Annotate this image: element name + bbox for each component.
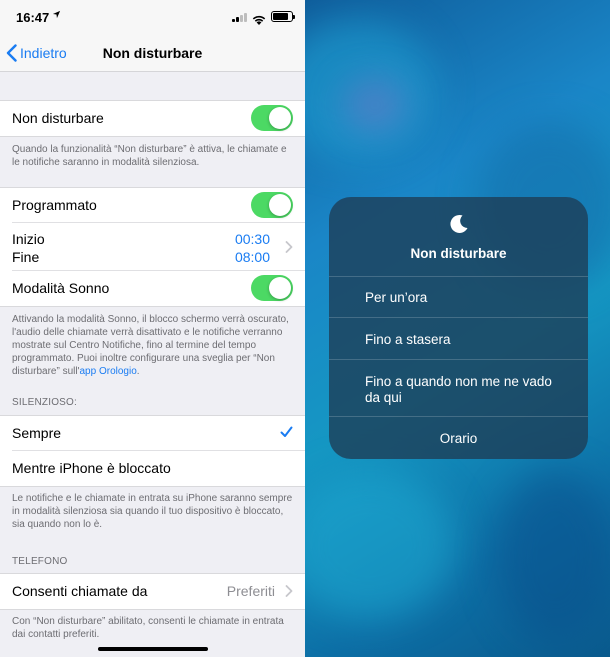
silence-always-row[interactable]: Sempre <box>12 416 305 451</box>
status-bar: 16:47 <box>0 0 305 36</box>
background-blur <box>305 470 455 620</box>
chevron-right-icon <box>285 241 293 253</box>
moon-icon <box>450 214 468 233</box>
status-icons <box>232 11 295 25</box>
programmed-row: Programmato <box>12 188 305 223</box>
dnd-group: Non disturbare <box>0 100 305 137</box>
cellular-signal-icon <box>232 12 247 22</box>
allow-calls-row[interactable]: Consenti chiamate da Preferiti <box>12 574 305 609</box>
menu-item-label: Fino a stasera <box>365 332 451 347</box>
menu-item-label: Per un’ora <box>365 290 428 305</box>
sleep-mode-label: Modalità Sonno <box>12 280 110 296</box>
silence-footnote: Le notifiche e le chiamate in entrata su… <box>12 493 293 530</box>
control-center-background: Non disturbare Per un’ora Fino a stasera… <box>305 0 610 657</box>
menu-item-schedule[interactable]: Orario <box>329 417 588 459</box>
dnd-quick-menu: Non disturbare Per un’ora Fino a stasera… <box>329 197 588 459</box>
sleep-footnote: Attivando la modalità Sonno, il blocco s… <box>12 313 296 378</box>
silence-locked-label: Mentre iPhone è bloccato <box>12 460 171 476</box>
back-button[interactable]: Indietro <box>6 44 67 62</box>
start-time: 00:30 <box>234 231 270 247</box>
background-blur <box>495 470 610 640</box>
schedule-group: Programmato Inizio Fine 00:30 08:00 Moda… <box>0 187 305 307</box>
end-label: Fine <box>12 249 40 265</box>
checkmark-icon <box>280 426 293 437</box>
sleep-mode-toggle[interactable] <box>251 275 293 301</box>
sleep-footnote-text: Attivando la modalità Sonno, il blocco s… <box>12 314 289 377</box>
home-indicator[interactable] <box>98 647 208 651</box>
wifi-icon <box>252 12 266 25</box>
programmed-label: Programmato <box>12 197 97 213</box>
silence-group: Sempre Mentre iPhone è bloccato <box>0 415 305 487</box>
menu-item-until-evening[interactable]: Fino a stasera <box>329 318 588 360</box>
chevron-right-icon <box>285 585 293 597</box>
menu-item-label: Orario <box>439 431 478 446</box>
dnd-toggle[interactable] <box>251 105 293 131</box>
phone-footnote: Con “Non disturbare” abilitato, consenti… <box>12 616 284 640</box>
background-blur <box>345 80 405 130</box>
chevron-left-icon <box>6 44 17 62</box>
allow-calls-value: Preferiti <box>226 583 275 599</box>
silence-section-header: SILENZIOSO: <box>12 397 77 408</box>
battery-icon <box>271 11 295 22</box>
sleep-footnote-end: . <box>136 366 140 377</box>
phone-group: Consenti chiamate da Preferiti <box>0 573 305 610</box>
status-time: 16:47 <box>16 10 50 25</box>
sleep-mode-row: Modalità Sonno <box>12 271 305 306</box>
phone-section-header: TELEFONO <box>12 556 68 567</box>
menu-item-until-leave[interactable]: Fino a quando non me ne vado da qui <box>329 360 588 417</box>
dnd-row: Non disturbare <box>12 101 305 136</box>
menu-item-one-hour[interactable]: Per un’ora <box>329 277 588 318</box>
menu-item-label: Fino a quando non me ne vado da qui <box>365 374 552 405</box>
menu-header: Non disturbare <box>329 197 588 277</box>
dnd-label: Non disturbare <box>12 110 104 126</box>
allow-calls-label: Consenti chiamate da <box>12 583 148 599</box>
menu-title: Non disturbare <box>410 246 507 261</box>
clock-app-link[interactable]: app Orologio <box>80 366 137 377</box>
end-time: 08:00 <box>234 249 270 265</box>
settings-screen: 16:47 Indietro Non disturbare Non distur… <box>0 0 305 657</box>
schedule-time-row[interactable]: Inizio Fine 00:30 08:00 <box>12 223 305 271</box>
location-arrow-icon <box>52 10 61 22</box>
dnd-footnote: Quando la funzionalità “Non disturbare” … <box>12 144 287 168</box>
navigation-bar: Indietro Non disturbare <box>0 36 305 72</box>
programmed-toggle[interactable] <box>251 192 293 218</box>
back-button-label: Indietro <box>20 45 67 61</box>
silence-locked-row[interactable]: Mentre iPhone è bloccato <box>12 451 305 486</box>
silence-always-label: Sempre <box>12 425 62 441</box>
start-label: Inizio <box>12 231 45 247</box>
